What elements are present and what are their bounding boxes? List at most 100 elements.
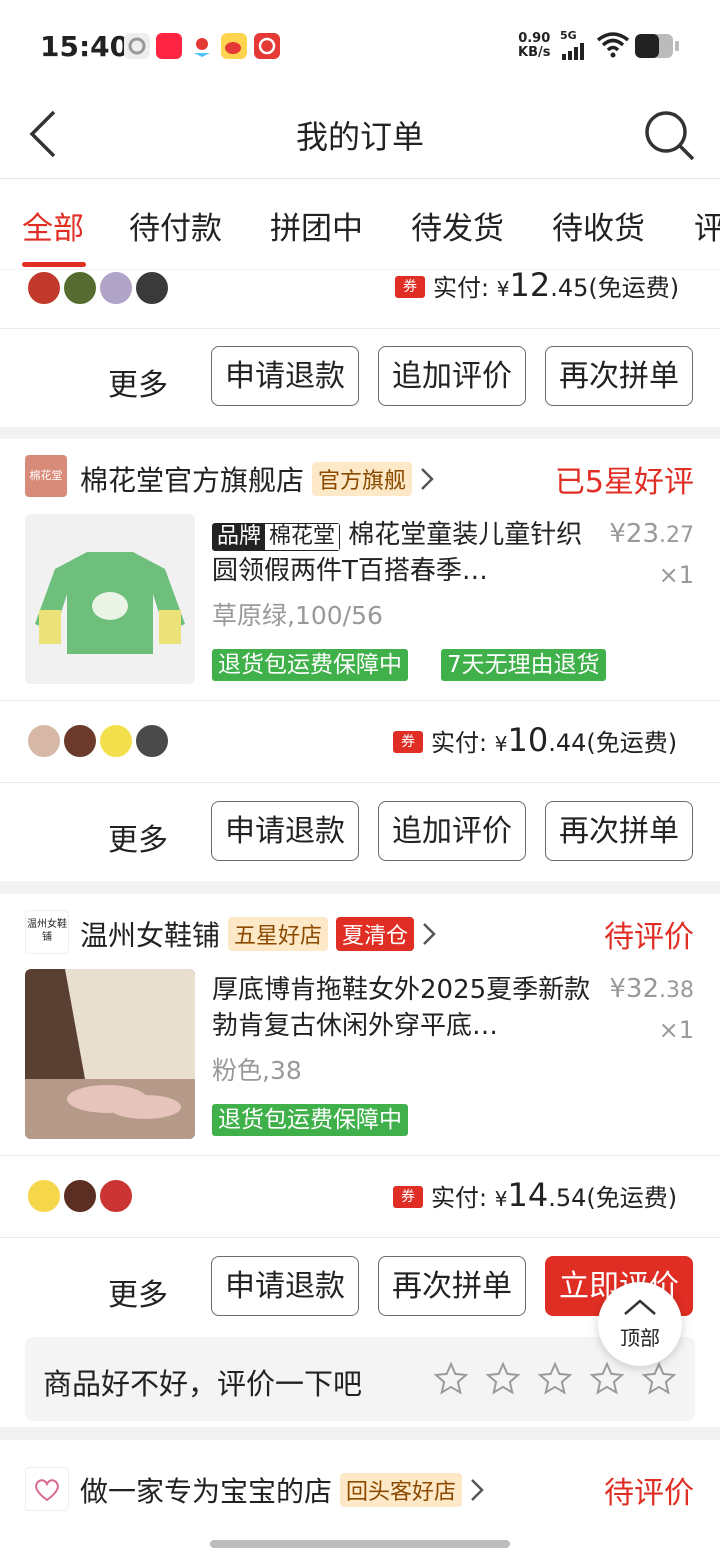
service-tag: 退货包运费保障中 bbox=[212, 1104, 408, 1136]
chevron-right-icon bbox=[421, 468, 434, 490]
nav-header: 我的订单 bbox=[0, 90, 720, 179]
store-badge: 官方旗舰 bbox=[312, 462, 413, 496]
paid-integer: 12 bbox=[509, 270, 551, 304]
order-tabs: 全部 待付款 拼团中 待发货 待收货 评 bbox=[0, 179, 720, 269]
order-status: 待评价 bbox=[604, 1476, 694, 1511]
signal-label: 5G bbox=[560, 29, 577, 42]
avatar bbox=[98, 270, 134, 306]
avatar bbox=[62, 723, 98, 759]
rating-prompt-text: 商品好不好，评价一下吧 bbox=[43, 1367, 363, 1401]
search-button[interactable] bbox=[644, 110, 696, 166]
refund-button[interactable]: 申请退款 bbox=[211, 346, 359, 406]
store-logo-text: 温州女鞋铺 bbox=[27, 919, 67, 943]
divider bbox=[0, 700, 720, 701]
back-to-top-button[interactable]: 顶部 bbox=[598, 1282, 682, 1366]
product-spec: 粉色,38 bbox=[212, 1056, 302, 1085]
paid-currency: ¥ bbox=[494, 1187, 508, 1211]
price-decimal: .27 bbox=[659, 523, 694, 548]
paid-amount: 实付: ¥12.45(免运费) bbox=[433, 270, 679, 304]
avatar bbox=[26, 723, 62, 759]
rebuy-button[interactable]: 再次拼单 bbox=[545, 346, 693, 406]
product-info[interactable]: 品牌 棉花堂 棉花堂童装儿童针织圆领假两件T百搭春季… bbox=[212, 517, 602, 589]
star-icon[interactable] bbox=[589, 1361, 625, 1397]
store-header[interactable]: 做一家专为宝宝的店 回头客好店 bbox=[80, 1470, 484, 1510]
rating-prompt: 商品好不好，评价一下吧 bbox=[25, 1337, 695, 1421]
avatar bbox=[62, 270, 98, 306]
store-header[interactable]: 棉花堂官方旗舰店 官方旗舰 bbox=[80, 459, 434, 499]
status-bar: 15:40 0.90 KB/s 5G bbox=[0, 0, 720, 90]
product-qty: ×1 bbox=[658, 561, 694, 589]
more-button[interactable]: 更多 bbox=[108, 1270, 168, 1314]
star-icon[interactable] bbox=[485, 1361, 521, 1397]
add-review-button[interactable]: 追加评价 bbox=[378, 801, 526, 861]
paid-integer: 14 bbox=[507, 1176, 549, 1214]
store-name: 温州女鞋铺 bbox=[80, 919, 221, 952]
store-badge: 五星好店 bbox=[228, 917, 329, 951]
star-icon[interactable] bbox=[537, 1361, 573, 1397]
tab-active-indicator bbox=[22, 262, 86, 267]
store-logo-text: 棉花堂 bbox=[29, 469, 63, 482]
service-tag: 7天无理由退货 bbox=[441, 649, 606, 681]
tab-pending-shipment[interactable]: 待发货 bbox=[411, 203, 504, 248]
store-header[interactable]: 温州女鞋铺 五星好店 夏清仓 bbox=[80, 914, 436, 954]
star-icon[interactable] bbox=[641, 1361, 677, 1397]
star-icon[interactable] bbox=[433, 1361, 469, 1397]
coupon-badge: 券 bbox=[393, 1186, 423, 1208]
tab-review[interactable]: 评 bbox=[694, 203, 720, 248]
refund-button[interactable]: 申请退款 bbox=[211, 801, 359, 861]
store-logo bbox=[25, 1467, 69, 1511]
price-integer: ¥32 bbox=[609, 974, 659, 1004]
avatar bbox=[98, 723, 134, 759]
shipping-note: (免运费) bbox=[586, 1184, 678, 1212]
brand-value: 棉花堂 bbox=[265, 524, 340, 550]
coupon-badge: 券 bbox=[393, 731, 423, 753]
netease-music-icon bbox=[254, 33, 280, 59]
service-tag: 退货包运费保障中 bbox=[212, 649, 408, 681]
paid-label: 实付: bbox=[431, 1184, 488, 1212]
paid-currency: ¥ bbox=[496, 277, 510, 301]
paid-amount: 实付: ¥14.54(免运费) bbox=[431, 1176, 677, 1214]
product-image[interactable] bbox=[25, 969, 195, 1139]
home-indicator[interactable] bbox=[210, 1540, 510, 1548]
product-info[interactable]: 厚底博肯拖鞋女外2025夏季新款勃肯复古休闲外穿平底… bbox=[212, 972, 602, 1044]
signal-icon: 5G bbox=[560, 30, 590, 65]
store-name: 棉花堂官方旗舰店 bbox=[80, 464, 305, 497]
tab-group-buying[interactable]: 拼团中 bbox=[270, 203, 363, 248]
net-speed-value: 0.90 bbox=[518, 31, 551, 46]
divider bbox=[0, 1155, 720, 1156]
settings-icon bbox=[124, 33, 150, 59]
status-time: 15:40 bbox=[40, 30, 130, 63]
battery-icon bbox=[634, 33, 680, 63]
store-name: 做一家专为宝宝的店 bbox=[80, 1475, 333, 1508]
tab-pending-receipt[interactable]: 待收货 bbox=[552, 203, 645, 248]
product-price: ¥32.38 bbox=[609, 974, 694, 1004]
tab-pending-payment[interactable]: 待付款 bbox=[129, 203, 222, 248]
order-card: 券 实付: ¥12.45(免运费) 更多 申请退款 追加评价 再次拼单 bbox=[0, 270, 720, 427]
more-button[interactable]: 更多 bbox=[108, 815, 168, 859]
paid-label: 实付: bbox=[431, 729, 488, 757]
add-review-button[interactable]: 追加评价 bbox=[378, 346, 526, 406]
avatar bbox=[26, 1178, 62, 1214]
net-speed: 0.90 KB/s bbox=[518, 32, 550, 60]
divider bbox=[0, 782, 720, 783]
xiaohongshu-icon bbox=[156, 33, 182, 59]
weibo-icon bbox=[221, 33, 247, 59]
paid-currency: ¥ bbox=[494, 732, 508, 756]
refund-button[interactable]: 申请退款 bbox=[211, 1256, 359, 1316]
product-image[interactable] bbox=[25, 514, 195, 684]
avatar bbox=[134, 723, 170, 759]
shipping-note: (免运费) bbox=[588, 274, 680, 302]
rebuy-button[interactable]: 再次拼单 bbox=[545, 801, 693, 861]
product-title: 品牌 棉花堂 棉花堂童装儿童针织圆领假两件T百搭春季… bbox=[212, 517, 592, 589]
store-badge: 回头客好店 bbox=[340, 1473, 463, 1507]
divider bbox=[0, 328, 720, 329]
more-button[interactable]: 更多 bbox=[108, 360, 168, 404]
paid-integer: 10 bbox=[507, 721, 549, 759]
coupon-badge: 券 bbox=[395, 276, 425, 298]
rebuy-button[interactable]: 再次拼单 bbox=[378, 1256, 526, 1316]
chevron-right-icon bbox=[423, 923, 436, 945]
wifi-icon bbox=[596, 30, 630, 62]
store-promo-badge: 夏清仓 bbox=[336, 917, 415, 951]
tab-all[interactable]: 全部 bbox=[22, 203, 84, 248]
product-qty: ×1 bbox=[658, 1016, 694, 1044]
